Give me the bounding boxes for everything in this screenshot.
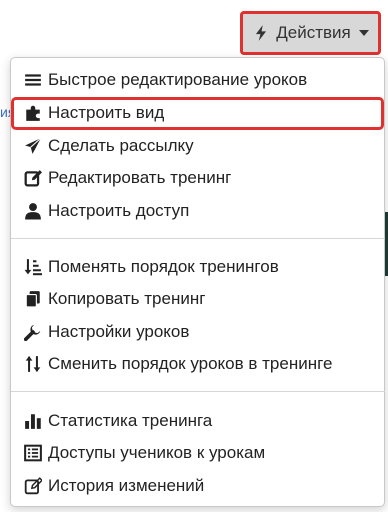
list-icon xyxy=(24,444,42,462)
menu-item-label: Поменять порядок тренингов xyxy=(48,257,279,276)
menu-item-student-lesson-access[interactable]: Доступы учеников к урокам xyxy=(24,439,265,467)
menu-item-edit-training[interactable]: Редактировать тренинг xyxy=(24,164,231,192)
bars-icon xyxy=(24,71,42,89)
user-icon xyxy=(24,202,42,220)
menu-item-configure-access[interactable]: Настроить доступ xyxy=(24,197,189,225)
edit-outline-icon xyxy=(24,477,42,495)
menu-item-send-mailing[interactable]: Сделать рассылку xyxy=(24,132,194,160)
menu-item-label: Настройки уроков xyxy=(48,322,190,341)
menu-item-label: Статистика тренинга xyxy=(48,411,213,430)
highlight-box xyxy=(11,97,384,130)
menu-item-reorder-lessons[interactable]: Сменить порядок уроков в тренинге xyxy=(24,350,332,378)
bar-chart-icon xyxy=(24,412,42,430)
menu-item-copy-training[interactable]: Копировать тренинг xyxy=(24,285,205,313)
menu-item-change-history[interactable]: История изменений xyxy=(24,472,204,500)
menu-divider xyxy=(11,238,385,239)
bolt-icon xyxy=(252,24,270,42)
sort-arrows-icon xyxy=(24,355,42,373)
menu-item-label: Сменить порядок уроков в тренинге xyxy=(48,354,333,373)
menu-item-lesson-settings[interactable]: Настройки уроков xyxy=(24,318,189,346)
sort-amount-icon xyxy=(24,258,42,276)
menu-item-label: Копировать тренинг xyxy=(48,289,206,308)
menu-item-label: История изменений xyxy=(48,476,205,495)
menu-item-label: Настроить доступ xyxy=(48,201,190,220)
menu-item-reorder-trainings[interactable]: Поменять порядок тренингов xyxy=(24,253,279,281)
wrench-icon xyxy=(24,323,42,341)
menu-item-label: Сделать рассылку xyxy=(48,136,194,155)
caret-down-icon xyxy=(358,30,369,36)
actions-button[interactable]: Действия xyxy=(240,11,381,55)
menu-item-label: Доступы учеников к урокам xyxy=(48,443,266,462)
paper-plane-icon xyxy=(24,137,42,155)
menu-item-quick-edit-lessons[interactable]: Быстрое редактирование уроков xyxy=(24,66,307,94)
menu-item-label: Быстрое редактирование уроков xyxy=(48,70,308,89)
edit-icon xyxy=(24,169,42,187)
menu-divider xyxy=(11,391,385,392)
menu-item-label: Редактировать тренинг xyxy=(48,168,232,187)
menu-item-training-statistics[interactable]: Статистика тренинга xyxy=(24,407,212,435)
actions-button-label: Действия xyxy=(276,23,351,42)
copy-icon xyxy=(24,290,42,308)
